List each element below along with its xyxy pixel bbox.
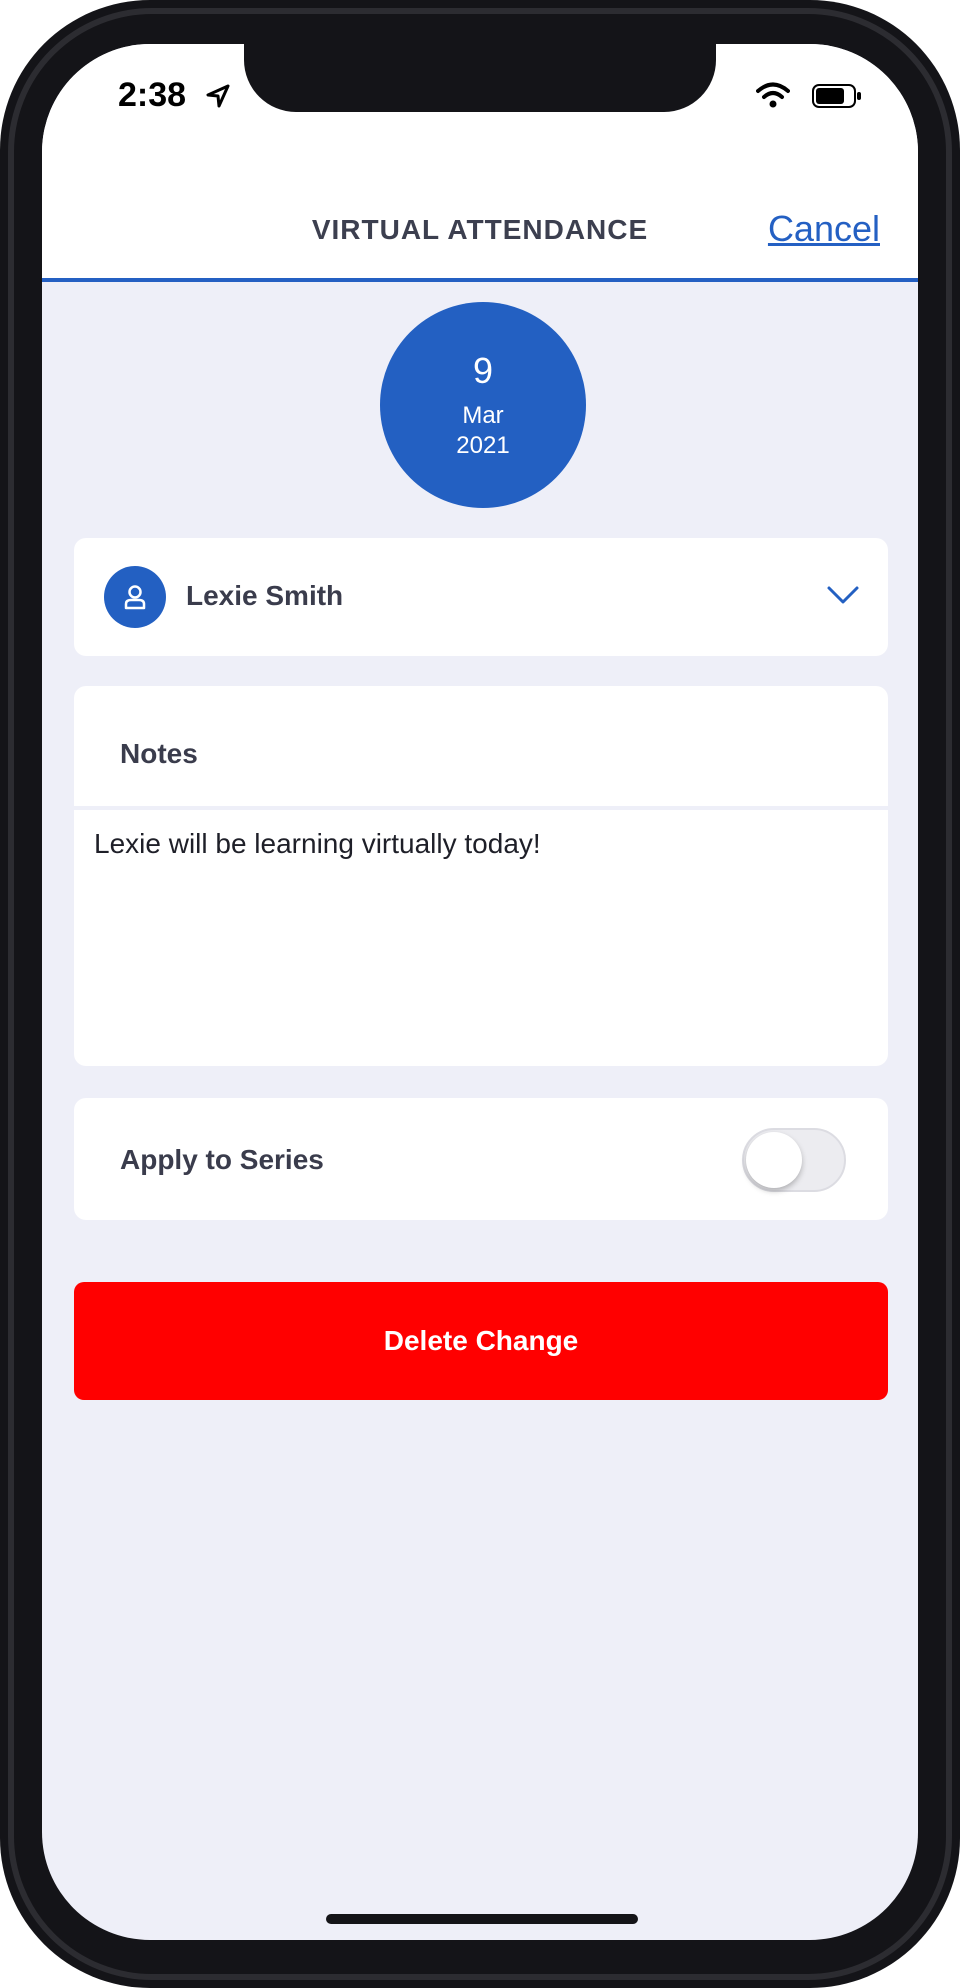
apply-to-series-toggle[interactable] [742,1128,846,1192]
cancel-button[interactable]: Cancel [768,208,880,250]
phone-frame: 2:38 VIRTUAL ATTENDANCE Cancel 9 Mar 202… [0,0,960,1988]
person-icon [124,585,146,610]
battery-icon [812,84,861,108]
date-day: 9 [472,350,494,391]
status-time: 2:38 [118,76,187,114]
notes-label: Notes [120,738,198,769]
notch [244,44,716,112]
student-name: Lexie Smith [186,580,344,611]
home-indicator[interactable] [326,1914,638,1924]
date-month: Mar [462,402,504,429]
screen: 2:38 VIRTUAL ATTENDANCE Cancel 9 Mar 202… [42,44,918,1940]
wifi-icon [756,82,790,108]
notes-card: Notes Lexie will be learning virtually t… [74,686,888,1066]
divider [74,806,888,810]
apply-to-series-label: Apply to Series [120,1144,324,1175]
location-arrow-icon [206,84,230,108]
toggle-knob [746,1132,802,1188]
date-badge: 9 Mar 2021 [380,302,586,508]
student-selector[interactable]: Lexie Smith [74,538,888,656]
delete-change-button[interactable]: Delete Change [74,1282,888,1400]
chevron-down-icon[interactable] [826,584,860,606]
navigation-bar: VIRTUAL ATTENDANCE Cancel [42,144,918,282]
apply-to-series-row: Apply to Series [74,1098,888,1220]
date-year: 2021 [456,432,510,459]
avatar [104,566,166,628]
notes-textarea[interactable]: Lexie will be learning virtually today! [94,828,864,1048]
